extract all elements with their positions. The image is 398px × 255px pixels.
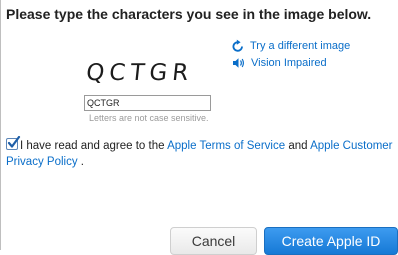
agreement-conjunction: and (288, 140, 308, 152)
vision-impaired-label: Vision Impaired (251, 57, 327, 69)
case-hint: Letters are not case sensitive. (89, 113, 209, 123)
vision-impaired-link[interactable]: Vision Impaired (232, 57, 327, 69)
agreement-suffix: . (80, 155, 84, 168)
agreement-text: I have read and agree to the Apple Terms… (6, 136, 398, 170)
try-different-image-link[interactable]: Try a different image (232, 39, 350, 52)
captcha-text: QCTGR (85, 60, 194, 86)
try-different-image-label: Try a different image (250, 39, 351, 52)
apple-terms-link[interactable]: Apple Terms of Service (167, 140, 285, 152)
page-title: Please type the characters you see in th… (6, 6, 372, 22)
cancel-button[interactable]: Cancel (170, 227, 257, 255)
captcha-answer-input[interactable] (84, 95, 211, 111)
create-apple-id-button[interactable]: Create Apple ID (264, 227, 398, 255)
captcha-image: QCTGR (84, 56, 194, 86)
refresh-icon (232, 39, 243, 52)
agree-checkbox[interactable] (6, 136, 21, 150)
agreement-prefix: I have read and agree to the (20, 140, 165, 152)
dialog-left-border (0, 0, 1, 250)
checkmark-icon (7, 136, 21, 148)
speaker-icon (233, 58, 244, 68)
